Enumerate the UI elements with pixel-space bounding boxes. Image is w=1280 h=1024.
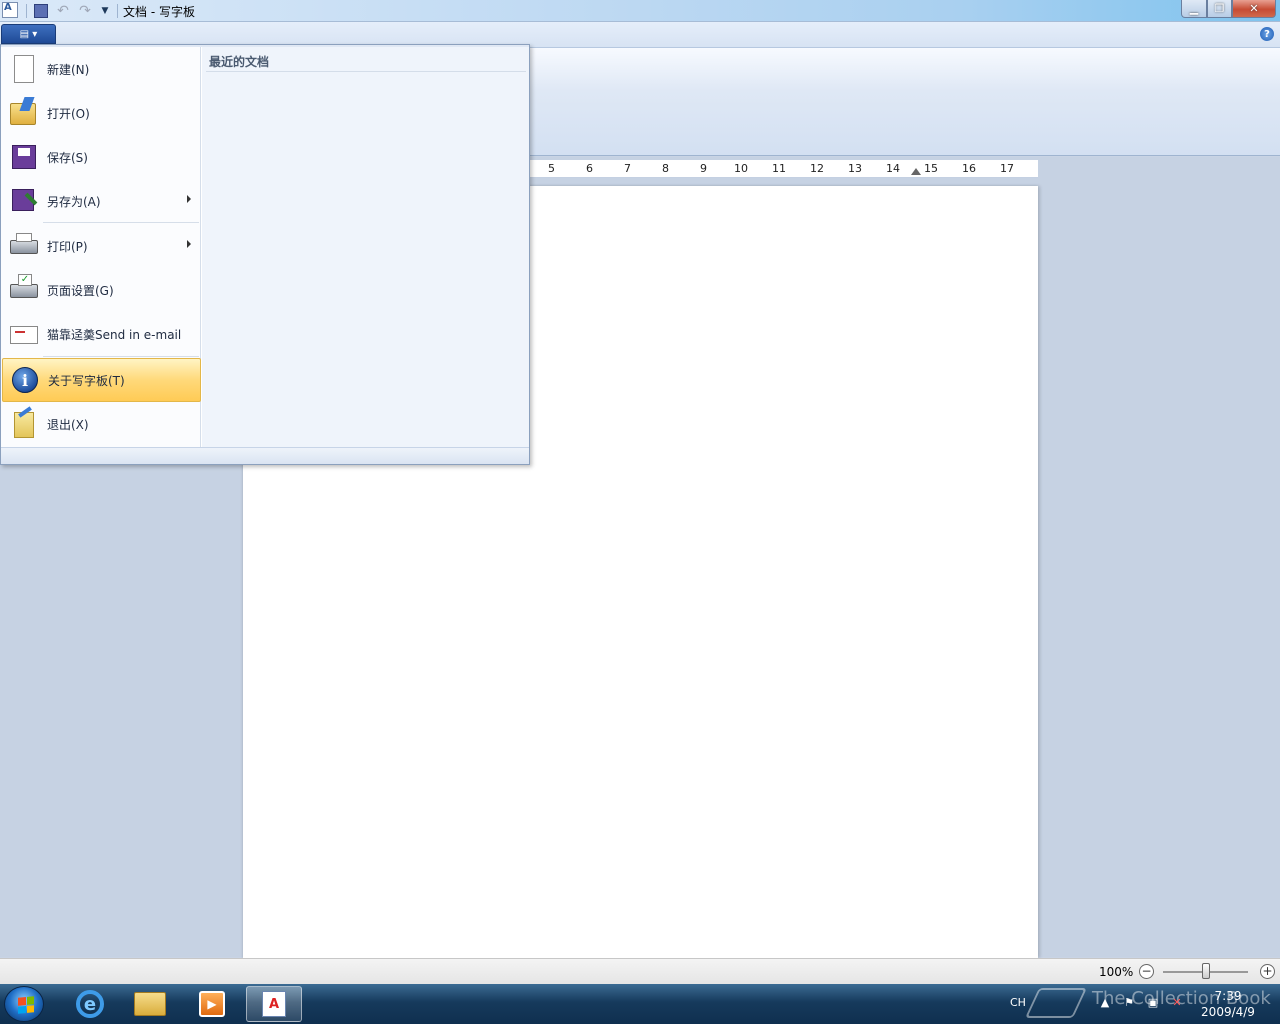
ruler-tick: 11	[772, 162, 786, 175]
ruler-tick: 5	[548, 162, 555, 175]
ruler-tick: 16	[962, 162, 976, 175]
wordpad-icon: A	[262, 991, 286, 1017]
wordpad-app-icon[interactable]	[2, 2, 18, 18]
taskbar-wordpad[interactable]: A	[246, 986, 302, 1022]
submenu-arrow-icon	[187, 195, 191, 203]
watermark-logo	[1025, 988, 1087, 1018]
taskbar-windows-explorer[interactable]	[122, 986, 178, 1022]
menu-item-label: 退出(X)	[47, 417, 89, 432]
maximize-button[interactable]: ❐	[1207, 0, 1232, 18]
ruler-tick: 8	[662, 162, 669, 175]
ruler-tick: 15	[924, 162, 938, 175]
clock-date: 2009/4/9	[1201, 1005, 1255, 1019]
open-folder-icon	[8, 97, 40, 129]
media-player-icon: ▶	[199, 991, 225, 1017]
recent-documents-title: 最近的文档	[209, 55, 270, 69]
redo-icon[interactable]: ↷	[76, 2, 94, 20]
qat-separator	[117, 4, 118, 18]
ruler-tick: 6	[586, 162, 593, 175]
menu-item-label: 打开(O)	[47, 106, 90, 121]
window-title: 文档 - 写字板	[123, 5, 195, 19]
folder-icon	[134, 992, 166, 1016]
email-icon	[8, 318, 40, 350]
menu-item-print[interactable]: 打印(P)	[2, 224, 201, 268]
save-as-icon	[8, 185, 40, 217]
application-menu: 最近的文档 新建(N) 打开(O) 保存(S) 另存为(A) 打印(P) ✓ 页…	[0, 44, 530, 465]
qat-separator	[26, 4, 27, 18]
new-document-icon	[8, 53, 40, 85]
internet-explorer-icon: e	[76, 990, 104, 1018]
printer-icon	[8, 230, 40, 262]
menu-footer	[1, 447, 529, 464]
menu-item-label: 新建(N)	[47, 62, 90, 77]
info-icon: i	[9, 364, 41, 396]
close-icon: ✕	[1249, 2, 1259, 15]
windows-logo-icon	[18, 996, 34, 1014]
volume-muted-icon[interactable]: ✕	[1170, 996, 1184, 1010]
close-button[interactable]: ✕	[1232, 0, 1276, 18]
taskbar-media-player[interactable]: ▶	[184, 986, 240, 1022]
application-menu-button[interactable]: ▤ ▾	[1, 24, 56, 44]
menu-item-label: 猫靠迳羮Send in e-mail	[47, 327, 182, 342]
recent-documents-divider	[206, 71, 526, 72]
start-button[interactable]	[4, 986, 44, 1022]
menu-item-new[interactable]: 新建(N)	[2, 47, 201, 91]
clock[interactable]: 7:39 2009/4/9	[1196, 988, 1260, 1020]
clock-time: 7:39	[1214, 989, 1242, 1003]
show-hidden-icons-icon[interactable]: ▲	[1098, 996, 1112, 1010]
menu-item-label: 打印(P)	[47, 239, 88, 254]
recent-documents-pane	[202, 47, 529, 447]
customize-qat-icon[interactable]: ▼	[96, 2, 114, 20]
taskbar: e ▶ A CH The Collection Book ▲ ⚑ ▣ ✕ 7:3…	[0, 984, 1280, 1024]
menu-item-label: 页面设置(G)	[47, 283, 114, 298]
minimize-button[interactable]: ▁	[1181, 0, 1207, 18]
status-bar: 100% − +	[0, 958, 1280, 984]
ruler-tick: 10	[734, 162, 748, 175]
save-disk-icon	[8, 141, 40, 173]
ruler-tick: 12	[810, 162, 824, 175]
input-language-indicator[interactable]: CH	[1010, 996, 1026, 1009]
zoom-out-button[interactable]: −	[1139, 964, 1154, 979]
submenu-arrow-icon	[187, 240, 191, 248]
help-icon[interactable]: ?	[1260, 27, 1274, 41]
menu-item-save[interactable]: 保存(S)	[2, 135, 201, 179]
menu-item-about-wordpad[interactable]: i 关于写字板(T)	[2, 358, 201, 402]
menu-item-send-email[interactable]: 猫靠迳羮Send in e-mail	[2, 312, 201, 356]
menu-separator	[43, 222, 199, 223]
exit-icon	[8, 406, 40, 440]
ruler-tick: 7	[624, 162, 631, 175]
ruler-tick: 9	[700, 162, 707, 175]
zoom-level[interactable]: 100%	[1099, 965, 1133, 979]
ruler-tick: 13	[848, 162, 862, 175]
menu-item-label: 保存(S)	[47, 150, 88, 165]
network-icon[interactable]: ▣	[1146, 996, 1160, 1010]
title-bar: ↶ ↷ ▼ 文档 - 写字板 ▁ ❐ ✕	[0, 0, 1280, 22]
save-icon[interactable]	[32, 2, 50, 20]
page-setup-icon: ✓	[8, 274, 40, 306]
undo-icon[interactable]: ↶	[54, 2, 72, 20]
menu-item-open[interactable]: 打开(O)	[2, 91, 201, 135]
ruler-tick: 17	[1000, 162, 1014, 175]
zoom-in-button[interactable]: +	[1260, 964, 1275, 979]
menu-item-save-as[interactable]: 另存为(A)	[2, 179, 201, 223]
menu-separator	[43, 356, 199, 357]
right-indent-marker[interactable]	[911, 168, 921, 175]
taskbar-internet-explorer[interactable]: e	[62, 986, 118, 1022]
window-controls: ▁ ❐ ✕	[1181, 0, 1276, 18]
action-center-flag-icon[interactable]: ⚑	[1122, 996, 1136, 1010]
menu-item-page-setup[interactable]: ✓ 页面设置(G)	[2, 268, 201, 312]
restore-icon: ❐	[1214, 2, 1225, 15]
zoom-slider-thumb[interactable]	[1202, 963, 1210, 979]
menu-item-exit[interactable]: 退出(X)	[2, 402, 201, 446]
menu-item-label: 另存为(A)	[47, 194, 101, 209]
minimize-icon: ▁	[1189, 2, 1199, 15]
ruler-tick: 14	[886, 162, 900, 175]
menu-item-label: 关于写字板(T)	[48, 373, 125, 388]
